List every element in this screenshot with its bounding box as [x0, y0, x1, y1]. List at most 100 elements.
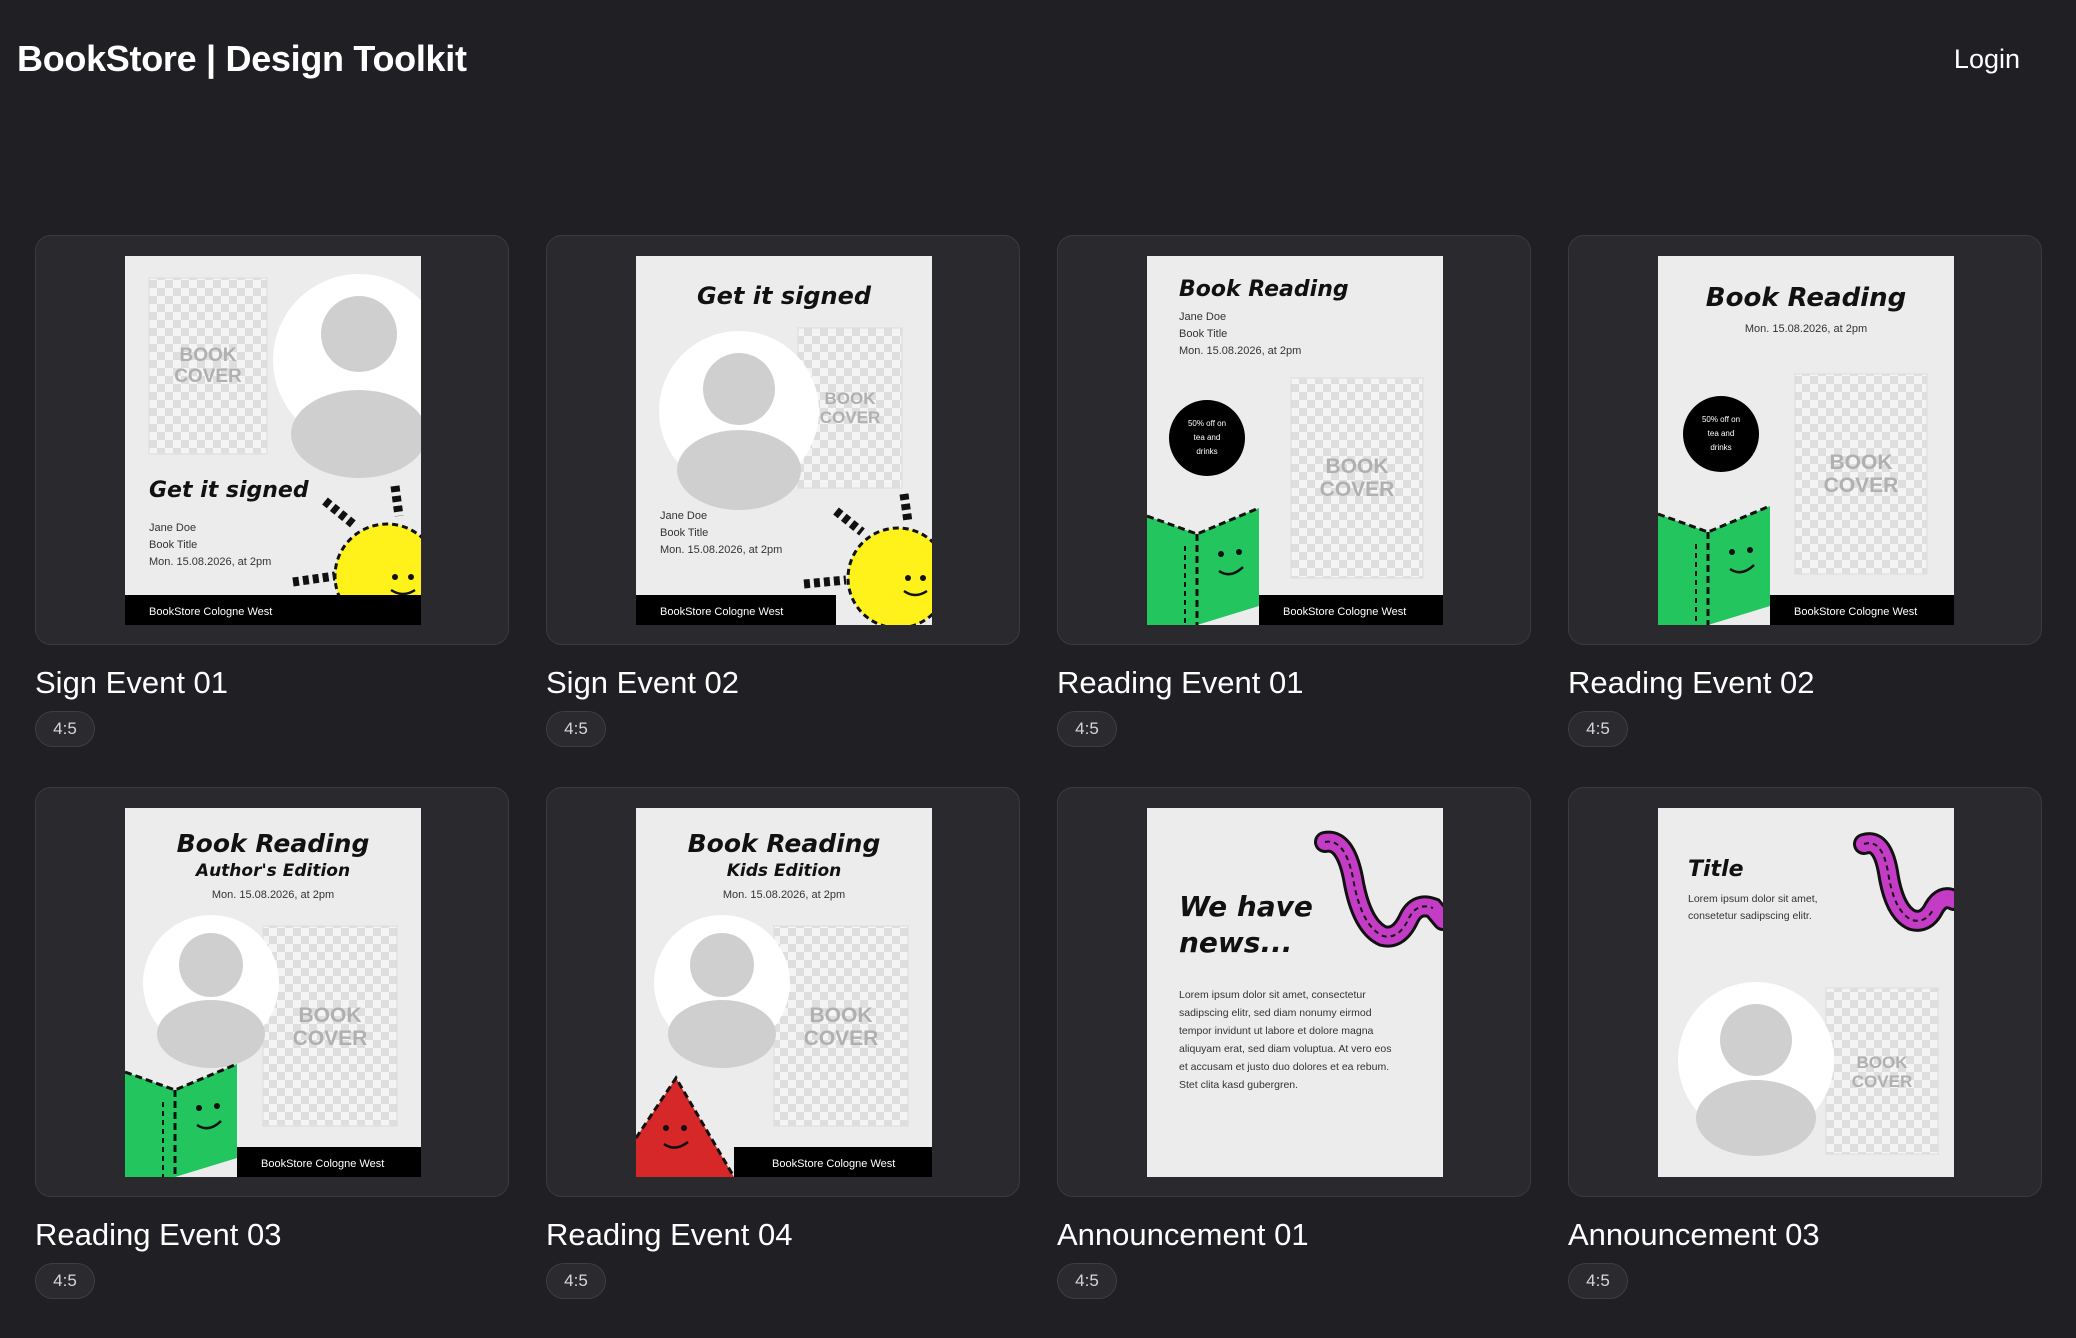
template-thumbnail[interactable]: BOOK COVER Get it signed Jane Doe Book T… [35, 235, 509, 645]
aspect-ratio-badge: 4:5 [1568, 711, 1628, 747]
aspect-ratio-badge: 4:5 [1568, 1263, 1628, 1299]
svg-text:Book Title: Book Title [1179, 328, 1227, 340]
template-thumbnail[interactable]: We have news... Lorem ipsum dolor sit am… [1057, 787, 1531, 1197]
svg-text:Jane Doe: Jane Doe [660, 510, 707, 522]
template-card-reading-event-02[interactable]: Book Reading Mon. 15.08.2026, at 2pm BOO… [1568, 235, 2042, 787]
svg-text:et accusam et justo duo dolore: et accusam et justo duo dolores et ea re… [1179, 1061, 1389, 1073]
svg-text:COVER: COVER [293, 1027, 368, 1050]
svg-text:Mon. 15.08.2026, at 2pm: Mon. 15.08.2026, at 2pm [149, 556, 271, 568]
template-thumbnail[interactable]: Get it signed BOOK COVER Jane Doe Book T… [546, 235, 1020, 645]
template-grid: BOOK COVER Get it signed Jane Doe Book T… [35, 235, 2042, 1338]
svg-text:BOOK: BOOK [825, 389, 877, 408]
svg-text:BOOK: BOOK [1857, 1053, 1909, 1072]
svg-text:Book Reading: Book Reading [1706, 283, 1906, 313]
svg-text:Mon. 15.08.2026, at 2pm: Mon. 15.08.2026, at 2pm [212, 889, 334, 901]
aspect-ratio-badge: 4:5 [35, 1263, 95, 1299]
svg-text:BOOK: BOOK [1830, 451, 1893, 474]
svg-text:Author's Edition: Author's Edition [194, 861, 350, 881]
svg-text:Get it signed: Get it signed [697, 282, 872, 310]
template-thumbnail[interactable]: Book Reading Kids Edition Mon. 15.08.202… [546, 787, 1020, 1197]
aspect-ratio-badge: 4:5 [1057, 711, 1117, 747]
aspect-ratio-badge: 4:5 [1057, 1263, 1117, 1299]
login-link[interactable]: Login [1954, 44, 2020, 75]
svg-text:news...: news... [1179, 926, 1292, 959]
svg-text:BookStore Cologne West: BookStore Cologne West [1794, 606, 1917, 618]
poster-preview: Book Reading Author's Edition Mon. 15.08… [125, 808, 421, 1177]
template-title[interactable]: Reading Event 03 [35, 1217, 281, 1253]
svg-text:BookStore Cologne West: BookStore Cologne West [660, 606, 783, 618]
poster-preview: Book Reading Kids Edition Mon. 15.08.202… [636, 808, 932, 1177]
poster-preview: Book Reading Jane Doe Book Title Mon. 15… [1147, 256, 1443, 625]
poster-preview: Get it signed BOOK COVER Jane Doe Book T… [636, 256, 932, 625]
svg-text:Book Reading: Book Reading [177, 829, 370, 858]
svg-text:tea and: tea and [1194, 433, 1221, 442]
poster-preview: We have news... Lorem ipsum dolor sit am… [1147, 808, 1443, 1177]
template-title[interactable]: Announcement 03 [1568, 1217, 1820, 1253]
app-header: BookStore | Design Toolkit Login [0, 0, 2076, 124]
svg-text:Book Title: Book Title [149, 539, 197, 551]
svg-text:sadipscing elitr, sed diam non: sadipscing elitr, sed diam nonumy eirmod [1179, 1007, 1372, 1019]
poster-preview: BOOK COVER Get it signed Jane Doe Book T… [125, 256, 421, 625]
svg-text:Book Reading: Book Reading [1179, 277, 1349, 302]
template-thumbnail[interactable]: Book Reading Author's Edition Mon. 15.08… [35, 787, 509, 1197]
svg-text:COVER: COVER [1320, 478, 1395, 501]
svg-text:COVER: COVER [820, 408, 880, 427]
svg-text:drinks: drinks [1196, 447, 1217, 456]
svg-text:Lorem ipsum dolor sit amet,: Lorem ipsum dolor sit amet, [1688, 893, 1818, 905]
aspect-ratio-badge: 4:5 [546, 711, 606, 747]
template-card-announcement-01[interactable]: We have news... Lorem ipsum dolor sit am… [1057, 787, 1531, 1338]
template-card-reading-event-01[interactable]: Book Reading Jane Doe Book Title Mon. 15… [1057, 235, 1531, 787]
svg-text:Stet clita kasd gubergren.: Stet clita kasd gubergren. [1179, 1079, 1298, 1091]
svg-text:Book Reading: Book Reading [688, 829, 881, 858]
svg-text:consetetur sadipscing elitr.: consetetur sadipscing elitr. [1688, 910, 1812, 922]
template-thumbnail[interactable]: Title Lorem ipsum dolor sit amet, conset… [1568, 787, 2042, 1197]
svg-text:drinks: drinks [1710, 443, 1731, 452]
template-title[interactable]: Sign Event 02 [546, 665, 739, 701]
svg-text:BOOK: BOOK [180, 345, 237, 366]
template-title[interactable]: Reading Event 02 [1568, 665, 1814, 701]
svg-text:We have: We have [1179, 890, 1313, 923]
svg-text:aliquyam erat, sed diam volupt: aliquyam erat, sed diam voluptua. At ver… [1179, 1043, 1391, 1055]
svg-text:tempor invidunt ut labore et d: tempor invidunt ut labore et dolore magn… [1179, 1025, 1374, 1037]
aspect-ratio-badge: 4:5 [35, 711, 95, 747]
svg-text:BOOK: BOOK [810, 1004, 873, 1027]
svg-text:Get it signed: Get it signed [149, 478, 309, 503]
svg-text:tea and: tea and [1708, 429, 1735, 438]
template-title[interactable]: Announcement 01 [1057, 1217, 1309, 1253]
template-thumbnail[interactable]: Book Reading Mon. 15.08.2026, at 2pm BOO… [1568, 235, 2042, 645]
svg-text:Title: Title [1688, 857, 1744, 882]
svg-text:BookStore Cologne West: BookStore Cologne West [149, 606, 272, 618]
svg-text:Jane Doe: Jane Doe [149, 522, 196, 534]
svg-text:COVER: COVER [1824, 474, 1899, 497]
svg-text:COVER: COVER [174, 366, 242, 387]
svg-text:50% off on: 50% off on [1702, 415, 1740, 424]
poster-preview: Title Lorem ipsum dolor sit amet, conset… [1658, 808, 1954, 1177]
svg-text:Kids Edition: Kids Edition [727, 861, 842, 881]
aspect-ratio-badge: 4:5 [546, 1263, 606, 1299]
svg-text:COVER: COVER [1852, 1072, 1912, 1091]
svg-text:Lorem ipsum dolor sit amet, co: Lorem ipsum dolor sit amet, consectetur [1179, 989, 1366, 1001]
template-card-reading-event-04[interactable]: Book Reading Kids Edition Mon. 15.08.202… [546, 787, 1020, 1338]
svg-text:50% off on: 50% off on [1188, 419, 1226, 428]
template-thumbnail[interactable]: Book Reading Jane Doe Book Title Mon. 15… [1057, 235, 1531, 645]
svg-text:BOOK: BOOK [1326, 455, 1389, 478]
template-card-sign-event-02[interactable]: Get it signed BOOK COVER Jane Doe Book T… [546, 235, 1020, 787]
svg-text:BookStore Cologne West: BookStore Cologne West [1283, 606, 1406, 618]
template-card-sign-event-01[interactable]: BOOK COVER Get it signed Jane Doe Book T… [35, 235, 509, 787]
poster-preview: Book Reading Mon. 15.08.2026, at 2pm BOO… [1658, 256, 1954, 625]
template-card-reading-event-03[interactable]: Book Reading Author's Edition Mon. 15.08… [35, 787, 509, 1338]
svg-text:COVER: COVER [804, 1027, 879, 1050]
svg-text:Mon. 15.08.2026, at 2pm: Mon. 15.08.2026, at 2pm [660, 544, 782, 556]
svg-text:Mon. 15.08.2026, at 2pm: Mon. 15.08.2026, at 2pm [723, 889, 845, 901]
svg-text:BookStore Cologne West: BookStore Cologne West [261, 1158, 384, 1170]
svg-text:BookStore Cologne West: BookStore Cologne West [772, 1158, 895, 1170]
svg-text:Mon. 15.08.2026, at 2pm: Mon. 15.08.2026, at 2pm [1179, 345, 1301, 357]
svg-text:Mon. 15.08.2026, at 2pm: Mon. 15.08.2026, at 2pm [1745, 323, 1867, 335]
template-title[interactable]: Reading Event 01 [1057, 665, 1303, 701]
brand-title[interactable]: BookStore | Design Toolkit [17, 38, 467, 80]
svg-text:Book Title: Book Title [660, 527, 708, 539]
template-card-announcement-03[interactable]: Title Lorem ipsum dolor sit amet, conset… [1568, 787, 2042, 1338]
template-title[interactable]: Sign Event 01 [35, 665, 228, 701]
svg-text:Jane Doe: Jane Doe [1179, 311, 1226, 323]
template-title[interactable]: Reading Event 04 [546, 1217, 792, 1253]
